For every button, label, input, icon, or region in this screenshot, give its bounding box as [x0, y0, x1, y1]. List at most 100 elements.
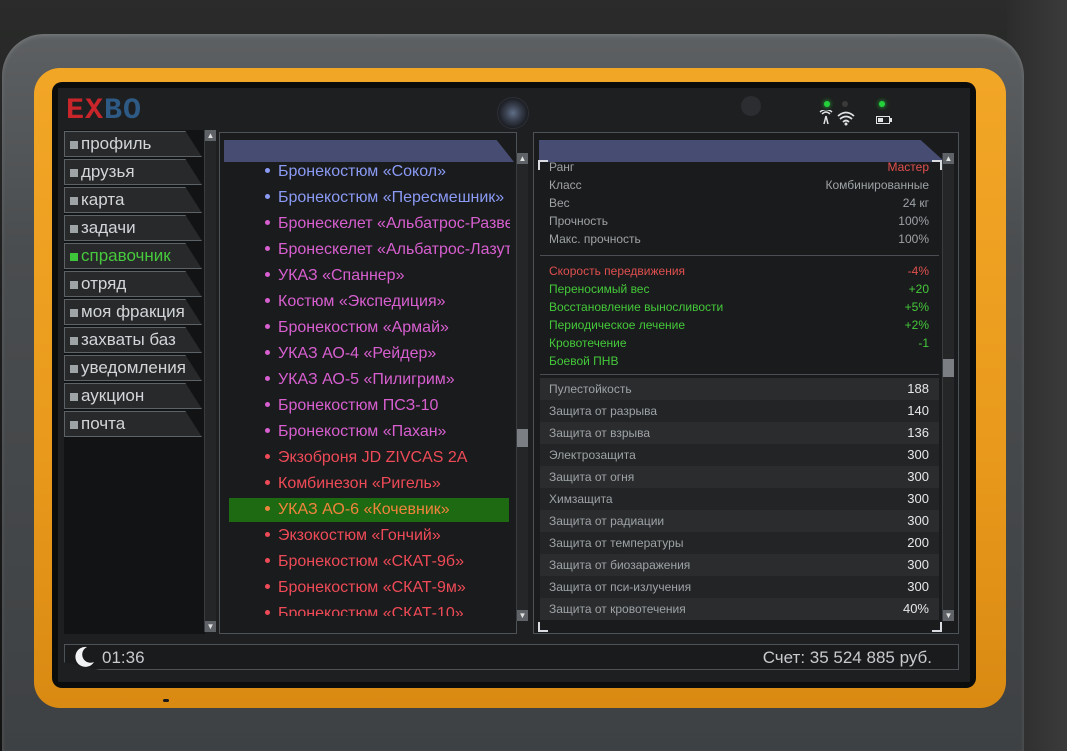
sidebar-item-1[interactable]: друзья	[64, 159, 202, 185]
scroll-up-button[interactable]: ▲	[943, 153, 954, 164]
list-item[interactable]: Костюм «Экспедиция»	[229, 290, 509, 314]
list-item[interactable]: Бронескелет «Альбатрос-Лазутч	[229, 238, 510, 262]
list-item-label: УКАЗ АО-6 «Кочевник»	[278, 501, 450, 518]
stat-value: 200	[907, 535, 929, 550]
sidebar-item-9[interactable]: аукцион	[64, 383, 202, 409]
corner-marker	[538, 160, 548, 170]
stat-label: Пулестойкость	[549, 382, 632, 396]
sidebar-item-label: карта	[81, 190, 125, 209]
stat-label: Защита от радиации	[549, 514, 665, 528]
list-item[interactable]: Бронекостюм «Пересмешник»	[229, 186, 509, 210]
divider	[540, 255, 939, 256]
list-item[interactable]: Бронекостюм «СКАТ-9б»	[229, 550, 509, 574]
sidebar-scrollbar[interactable]: ▲ ▼	[204, 130, 216, 632]
stat-row: Защита от огня 300	[540, 466, 939, 488]
bullet-icon	[265, 297, 270, 303]
stat-value: 140	[907, 403, 929, 418]
list-item[interactable]: Бронекостюм «Пахан»	[229, 420, 509, 444]
list-item[interactable]: Экзокостюм «Гончий»	[229, 524, 509, 548]
sidebar-item-label: отряд	[81, 274, 127, 293]
list-item[interactable]: Бронекостюм «СКАТ-9м»	[229, 576, 509, 600]
stat-row: Макс. прочность 100%	[540, 228, 939, 250]
bullet-icon	[265, 193, 270, 199]
bullet-icon	[265, 427, 270, 433]
list-item[interactable]: УКАЗ АО-5 «Пилигрим»	[229, 368, 509, 392]
sidebar-item-6[interactable]: моя фракция	[64, 299, 202, 325]
bullet-icon	[70, 225, 78, 233]
scroll-thumb[interactable]	[943, 359, 954, 377]
stat-value: 300	[907, 579, 929, 594]
list-item[interactable]: Бронекостюм «Сокол»	[229, 162, 509, 184]
corner-marker	[538, 622, 548, 632]
sidebar-item-0[interactable]: профиль	[64, 131, 202, 157]
corner-marker	[932, 160, 942, 170]
bullet-icon	[70, 393, 78, 401]
list-item[interactable]: Бронекостюм «Армай»	[229, 316, 509, 340]
stat-row: Защита от пси-излучения 300	[540, 576, 939, 598]
list-item-label: Экзокостюм «Гончий»	[278, 527, 441, 544]
stat-row: Защита от биозаражения 300	[540, 554, 939, 576]
bullet-icon	[70, 253, 78, 261]
bullet-icon	[265, 557, 270, 563]
list-item-label: Бронекостюм «Армай»	[278, 319, 449, 336]
list-item[interactable]: УКАЗ «Спаннер»	[229, 264, 509, 288]
stat-value: 300	[907, 513, 929, 528]
sidebar-item-label: справочник	[81, 246, 171, 265]
bullet-icon	[70, 197, 78, 205]
status-led-icon	[879, 101, 885, 107]
stat-value: 300	[907, 447, 929, 462]
list-item-label: Бронекостюм «СКАТ-9м»	[278, 579, 466, 596]
sidebar-item-2[interactable]: карта	[64, 187, 202, 213]
scroll-up-button[interactable]: ▲	[205, 130, 216, 141]
clock-time: 01:36	[102, 648, 145, 667]
list-item[interactable]: Экзоброня JD ZIVCAS 2A	[229, 446, 509, 470]
bullet-icon	[70, 365, 78, 373]
sidebar-item-5[interactable]: отряд	[64, 271, 202, 297]
scroll-down-button[interactable]: ▼	[205, 621, 216, 632]
stat-label: Электрозащита	[549, 448, 636, 462]
casing-indicator	[163, 699, 169, 702]
status-led-icon	[824, 101, 830, 107]
stat-value: 40%	[902, 601, 929, 616]
list-item-label: УКАЗ АО-4 «Рейдер»	[278, 345, 437, 362]
stat-label: Защита от огня	[549, 470, 635, 484]
stat-row: Защита от температуры 200	[540, 532, 939, 554]
stat-row: Защита от кровотечения 40%	[540, 598, 939, 620]
list-panel-header	[224, 140, 514, 162]
sidebar-item-label: аукцион	[81, 386, 145, 405]
list-item[interactable]: Бронекостюм «СКАТ-10»	[229, 602, 509, 616]
sidebar-item-8[interactable]: уведомления	[64, 355, 202, 381]
moon-icon	[72, 645, 96, 669]
sidebar-item-3[interactable]: задачи	[64, 215, 202, 241]
bullet-icon	[265, 479, 270, 485]
sidebar-item-7[interactable]: захваты баз	[64, 327, 202, 353]
details-scrollbar[interactable]: ▲ ▼	[942, 153, 954, 621]
stat-label: Защита от кровотечения	[549, 602, 686, 616]
list-item[interactable]: Комбинезон «Ригель»	[229, 472, 509, 496]
stat-row: Химзащита 300	[540, 488, 939, 510]
list-item[interactable]: УКАЗ АО-4 «Рейдер»	[229, 342, 509, 366]
scroll-down-button[interactable]: ▼	[517, 610, 528, 621]
stat-label: Защита от температуры	[549, 536, 684, 550]
sidebar-item-10[interactable]: почта	[64, 411, 202, 437]
scroll-down-button[interactable]: ▼	[943, 610, 954, 621]
list-item-label: Бронекостюм «СКАТ-10»	[278, 605, 464, 616]
list-scrollbar[interactable]: ▲ ▼	[516, 153, 528, 621]
list-item[interactable]: УКАЗ АО-6 «Кочевник»	[229, 498, 509, 522]
sidebar-item-4[interactable]: справочник	[64, 243, 202, 269]
camera-icon	[497, 97, 529, 129]
list-item[interactable]: Бронескелет «Альбатрос-Развед	[229, 212, 510, 236]
list-item-label: УКАЗ «Спаннер»	[278, 267, 405, 284]
status-led-icon	[842, 101, 848, 107]
sidebar-item-label: моя фракция	[81, 302, 185, 321]
scroll-thumb[interactable]	[517, 429, 528, 447]
stat-row: Защита от взрыва 136	[540, 422, 939, 444]
scroll-up-button[interactable]: ▲	[517, 153, 528, 164]
stat-value: 188	[907, 381, 929, 396]
stat-row: Защита от радиации 300	[540, 510, 939, 532]
stat-value: 136	[907, 425, 929, 440]
sidebar-item-label: почта	[81, 414, 126, 433]
list-item[interactable]: Бронекостюм ПСЗ-10	[229, 394, 509, 418]
bullet-icon	[70, 421, 78, 429]
light-sensor	[741, 96, 761, 116]
